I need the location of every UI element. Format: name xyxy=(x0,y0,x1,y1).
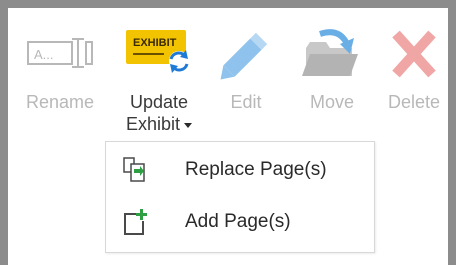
update-exhibit-button[interactable]: EXHIBIT Update Exhibit xyxy=(114,14,204,136)
update-exhibit-label-line1: Update xyxy=(129,92,189,112)
menu-item-add-pages-label: Add Page(s) xyxy=(185,211,291,232)
exhibit-icon-text: EXHIBIT xyxy=(133,37,177,49)
rename-field-icon: A... xyxy=(27,36,93,70)
ribbon-toolbar: A... Rename EXHIBIT Update Exhibit Edit … xyxy=(10,14,450,134)
update-exhibit-label-line2: Exhibit xyxy=(114,114,204,135)
menu-item-add-pages[interactable]: Add Page(s) xyxy=(106,200,374,244)
delete-x-icon xyxy=(388,28,440,80)
edit-button[interactable]: Edit xyxy=(214,14,278,124)
move-to-folder-icon xyxy=(300,24,364,82)
svg-text:A...: A... xyxy=(34,47,54,62)
update-exhibit-dropdown-menu: Replace Page(s) Add Page(s) xyxy=(105,141,375,253)
replace-pages-icon xyxy=(121,155,149,185)
add-page-icon xyxy=(121,207,149,237)
rename-button[interactable]: A... Rename xyxy=(12,14,108,124)
update-exhibit-label-text: Exhibit xyxy=(125,114,181,134)
update-exhibit-icon: EXHIBIT xyxy=(124,28,194,74)
pencil-icon xyxy=(216,24,276,84)
move-button[interactable]: Move xyxy=(292,14,372,124)
delete-label: Delete xyxy=(387,92,441,112)
delete-button[interactable]: Delete xyxy=(378,14,450,124)
menu-item-replace-pages-label: Replace Page(s) xyxy=(185,159,327,180)
edit-label: Edit xyxy=(230,92,262,112)
chevron-down-icon xyxy=(184,122,193,128)
move-label: Move xyxy=(309,92,354,112)
rename-label: Rename xyxy=(25,92,95,112)
menu-item-replace-pages[interactable]: Replace Page(s) xyxy=(106,148,374,192)
